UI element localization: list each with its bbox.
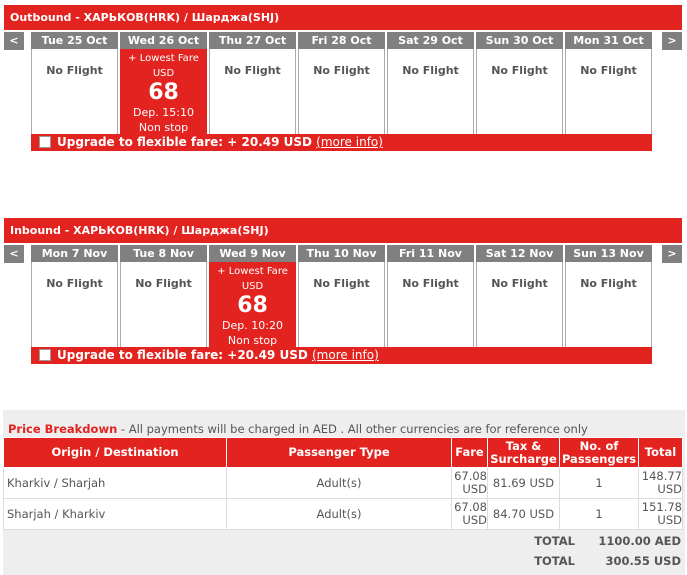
total-label-usd: TOTAL: [534, 554, 575, 568]
fare-price: 68: [237, 293, 268, 318]
day-column[interactable]: Thu 27 Oct No Flight: [209, 32, 296, 135]
col-origin: Origin / Destination: [3, 437, 227, 468]
no-flight: No Flight: [209, 49, 296, 135]
no-flight: No Flight: [298, 49, 385, 135]
day-date[interactable]: Mon 7 Nov: [31, 245, 118, 262]
col-passenger-type: Passenger Type: [226, 437, 452, 468]
no-flight: No Flight: [298, 262, 385, 348]
inbound-section: Inbound - ХАРЬКОВ(HRK) / Шарджа(SHJ) < Mon…: [4, 218, 682, 364]
cell-tax: 84.70 USD: [487, 498, 560, 530]
departure-time: Dep. 15:10: [133, 106, 194, 119]
no-flight: No Flight: [120, 262, 207, 348]
day-date[interactable]: Sat 12 Nov: [476, 245, 563, 262]
day-date[interactable]: Thu 27 Oct: [209, 32, 296, 49]
price-breakdown: Price Breakdown - All payments will be c…: [3, 410, 685, 575]
cell-origin: Sharjah / Kharkiv: [3, 498, 227, 530]
day-date[interactable]: Sat 29 Oct: [387, 32, 474, 49]
day-date[interactable]: Wed 9 Nov: [209, 245, 296, 262]
day-date[interactable]: Tue 8 Nov: [120, 245, 207, 262]
day-column[interactable]: Fri 28 Oct No Flight: [298, 32, 385, 135]
day-column[interactable]: Sat 12 Nov No Flight: [476, 245, 563, 348]
day-column[interactable]: Thu 10 Nov No Flight: [298, 245, 385, 348]
stops: Non stop: [227, 334, 278, 347]
day-column[interactable]: Sun 13 Nov No Flight: [565, 245, 652, 348]
day-column[interactable]: Tue 25 Oct No Flight: [31, 32, 118, 135]
fare-currency: USD: [241, 281, 264, 292]
day-column[interactable]: Wed 9 Nov + Lowest Fare USD 68 Dep. 10:20 Non…: [209, 245, 296, 348]
total-label-aed: TOTAL: [534, 534, 575, 548]
total-aed: 1100.00 AED: [598, 534, 681, 548]
col-passengers: No. of Passengers: [559, 437, 639, 468]
col-total: Total: [638, 437, 683, 468]
day-date[interactable]: Wed 26 Oct: [120, 32, 207, 49]
no-flight: No Flight: [387, 262, 474, 348]
day-column[interactable]: Sat 29 Oct No Flight: [387, 32, 474, 135]
cell-type: Adult(s): [226, 498, 452, 530]
more-info-link[interactable]: (more info): [312, 348, 379, 362]
price-note: - All payments will be charged in AED . …: [117, 422, 588, 436]
day-date[interactable]: Thu 10 Nov: [298, 245, 385, 262]
day-column[interactable]: Sun 30 Oct No Flight: [476, 32, 563, 135]
upgrade-checkbox[interactable]: [39, 349, 51, 361]
day-column[interactable]: Mon 31 Oct No Flight: [565, 32, 652, 135]
selected-fare[interactable]: + Lowest Fare USD 68 Dep. 15:10 Non stop: [120, 49, 207, 135]
cell-fare: 67.08 USD: [451, 498, 488, 530]
day-column[interactable]: Tue 8 Nov No Flight: [120, 245, 207, 348]
total-usd: 300.55 USD: [605, 554, 681, 568]
stops: Non stop: [138, 121, 189, 134]
prev-dates-button[interactable]: <: [4, 32, 24, 50]
inbound-title: Inbound - ХАРЬКОВ(HRK) / Шарджа(SHJ): [4, 218, 682, 243]
cell-type: Adult(s): [226, 467, 452, 499]
day-date[interactable]: Sun 30 Oct: [476, 32, 563, 49]
day-date[interactable]: Tue 25 Oct: [31, 32, 118, 49]
day-date[interactable]: Fri 28 Oct: [298, 32, 385, 49]
no-flight: No Flight: [476, 49, 563, 135]
price-table: Origin / Destination Passenger Type Fare…: [3, 437, 683, 530]
upgrade-bar: Upgrade to flexible fare: + 20.49 USD (m…: [31, 134, 652, 151]
day-column[interactable]: Fri 11 Nov No Flight: [387, 245, 474, 348]
day-date[interactable]: Mon 31 Oct: [565, 32, 652, 49]
cell-tax: 81.69 USD: [487, 467, 560, 499]
more-info-link[interactable]: (more info): [316, 135, 383, 149]
day-column[interactable]: Mon 7 Nov No Flight: [31, 245, 118, 348]
col-tax: Tax & Surcharge: [487, 437, 560, 468]
cell-pax: 1: [559, 498, 639, 530]
next-dates-button[interactable]: >: [662, 245, 682, 263]
upgrade-bar: Upgrade to flexible fare: +20.49 USD (mo…: [31, 347, 652, 364]
price-breakdown-title: Price Breakdown: [8, 422, 118, 436]
cell-total: 151.78 USD: [638, 498, 683, 530]
prev-dates-button[interactable]: <: [4, 245, 24, 263]
no-flight: No Flight: [387, 49, 474, 135]
day-date[interactable]: Sun 13 Nov: [565, 245, 652, 262]
day-column[interactable]: Wed 26 Oct + Lowest Fare USD 68 Dep. 15:10 No…: [120, 32, 207, 135]
lowest-fare-label: + Lowest Fare: [128, 53, 199, 64]
outbound-title: Outbound - ХАРЬКОВ(HRK) / Шарджа(SHJ): [4, 5, 682, 30]
table-row: Sharjah / Kharkiv Adult(s) 67.08 USD 84.…: [3, 498, 683, 530]
selected-fare[interactable]: + Lowest Fare USD 68 Dep. 10:20 Non stop: [209, 262, 296, 348]
col-fare: Fare: [451, 437, 488, 468]
departure-time: Dep. 10:20: [222, 319, 283, 332]
fare-price: 68: [148, 80, 179, 105]
no-flight: No Flight: [31, 262, 118, 348]
upgrade-label: Upgrade to flexible fare: + 20.49 USD: [57, 135, 312, 149]
upgrade-checkbox[interactable]: [39, 136, 51, 148]
outbound-section: Outbound - ХАРЬКОВ(HRK) / Шарджа(SHJ) < Tu…: [4, 5, 682, 151]
lowest-fare-label: + Lowest Fare: [217, 266, 288, 277]
table-header: Origin / Destination Passenger Type Fare…: [3, 437, 683, 468]
fare-currency: USD: [152, 68, 175, 79]
no-flight: No Flight: [565, 262, 652, 348]
no-flight: No Flight: [565, 49, 652, 135]
cell-total: 148.77 USD: [638, 467, 683, 499]
cell-pax: 1: [559, 467, 639, 499]
next-dates-button[interactable]: >: [662, 32, 682, 50]
table-row: Kharkiv / Sharjah Adult(s) 67.08 USD 81.…: [3, 467, 683, 499]
cell-fare: 67.08 USD: [451, 467, 488, 499]
day-date[interactable]: Fri 11 Nov: [387, 245, 474, 262]
upgrade-label: Upgrade to flexible fare: +20.49 USD: [57, 348, 308, 362]
no-flight: No Flight: [476, 262, 563, 348]
no-flight: No Flight: [31, 49, 118, 135]
cell-origin: Kharkiv / Sharjah: [3, 467, 227, 499]
